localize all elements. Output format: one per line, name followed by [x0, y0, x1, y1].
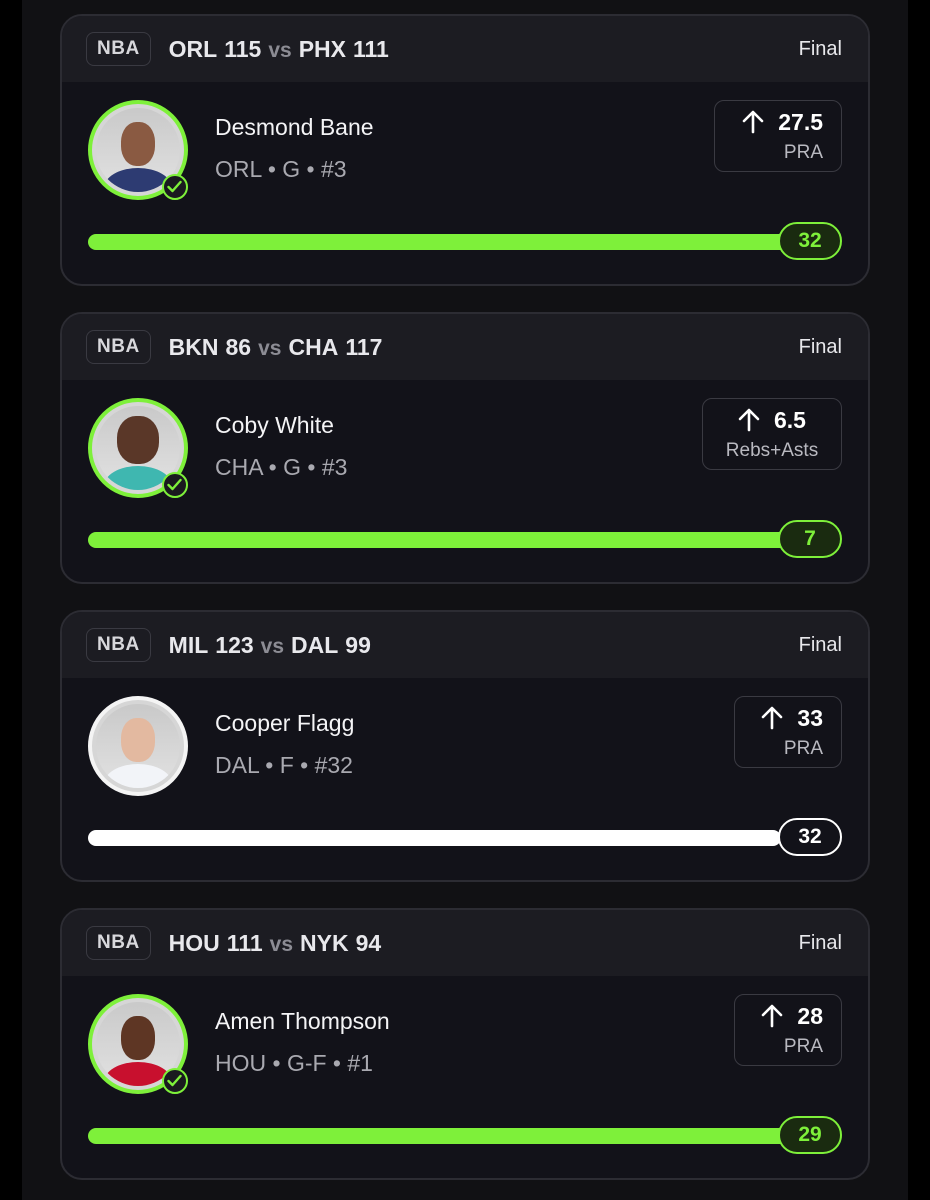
- pick-card[interactable]: NBA HOU 111 vs NYK 94 Final Amen Thompso…: [60, 908, 870, 1180]
- away-team: PHX: [298, 35, 346, 62]
- stat-type: Rebs+Asts: [725, 439, 819, 461]
- progress-bar: [88, 830, 842, 846]
- player-name: Desmond Bane: [215, 114, 374, 140]
- result-value: 32: [778, 818, 842, 856]
- game-status: Final: [798, 335, 842, 358]
- progress-fill: [88, 234, 802, 250]
- stat-type: PRA: [783, 737, 823, 759]
- game-status: Final: [798, 37, 842, 60]
- line-value: 28: [797, 1002, 823, 1029]
- game-status: Final: [798, 931, 842, 954]
- player-meta: CHA • G • #3: [215, 454, 348, 480]
- game-header: NBA HOU 111 vs NYK 94 Final: [62, 910, 868, 976]
- check-icon: [162, 174, 188, 200]
- progress-bar: [88, 532, 842, 548]
- projection-box: 6.5 Rebs+Asts: [702, 398, 842, 470]
- player-name: Cooper Flagg: [215, 710, 355, 736]
- game-status: Final: [798, 633, 842, 656]
- player-name: Coby White: [215, 412, 334, 438]
- check-icon: [162, 1068, 188, 1094]
- avatar: [88, 994, 188, 1094]
- vs-label: vs: [258, 336, 282, 360]
- game-score: ORL 115 vs PHX 111: [169, 36, 389, 63]
- home-team: BKN: [168, 333, 219, 360]
- league-badge: NBA: [86, 926, 151, 960]
- stat-type: PRA: [783, 1035, 823, 1057]
- away-team: NYK: [300, 929, 349, 956]
- arrow-up-icon: [742, 110, 764, 134]
- vs-label: vs: [269, 932, 293, 956]
- player-name: Amen Thompson: [215, 1008, 390, 1034]
- pick-card[interactable]: NBA ORL 115 vs PHX 111 Final Desmond Ban…: [60, 14, 870, 286]
- league-badge: NBA: [86, 628, 151, 662]
- player-meta: ORL • G • #3: [215, 156, 347, 182]
- league-badge: NBA: [86, 32, 151, 66]
- league-badge: NBA: [86, 330, 151, 364]
- home-score: 111: [226, 929, 263, 956]
- away-team: CHA: [288, 333, 339, 360]
- away-score: 111: [353, 35, 389, 62]
- progress-bar: [88, 1128, 842, 1144]
- home-score: 86: [225, 333, 252, 360]
- projection-box: 27.5 PRA: [714, 100, 842, 172]
- home-score: 123: [215, 631, 254, 658]
- player-meta: HOU • G-F • #1: [215, 1050, 373, 1076]
- home-team: ORL: [168, 35, 218, 62]
- avatar: [88, 398, 188, 498]
- check-icon: [162, 472, 188, 498]
- game-score: MIL 123 vs DAL 99: [169, 632, 371, 659]
- projection-box: 33 PRA: [734, 696, 842, 768]
- pick-card[interactable]: NBA MIL 123 vs DAL 99 Final Cooper Flagg…: [60, 610, 870, 882]
- away-score: 99: [345, 631, 371, 658]
- stat-type: PRA: [783, 141, 823, 163]
- progress-bar: [88, 234, 842, 250]
- line-value: 6.5: [774, 406, 806, 433]
- away-score: 117: [345, 333, 383, 360]
- arrow-up-icon: [738, 408, 760, 432]
- vs-label: vs: [268, 38, 292, 62]
- arrow-up-icon: [762, 1004, 783, 1028]
- progress-fill: [88, 532, 802, 548]
- game-score: HOU 111 vs NYK 94: [169, 930, 381, 957]
- vs-label: vs: [260, 634, 285, 658]
- avatar: [88, 696, 188, 796]
- pick-card[interactable]: NBA BKN 86 vs CHA 117 Final Coby White C…: [60, 312, 870, 584]
- projection-box: 28 PRA: [734, 994, 842, 1066]
- progress-fill: [88, 1128, 802, 1144]
- avatar: [88, 100, 188, 200]
- line-value: 27.5: [778, 108, 823, 135]
- home-team: MIL: [168, 631, 209, 658]
- home-team: HOU: [168, 929, 220, 956]
- game-header: NBA MIL 123 vs DAL 99 Final: [62, 612, 868, 678]
- arrow-up-icon: [762, 706, 783, 730]
- away-score: 94: [355, 929, 382, 956]
- result-value: 32: [778, 222, 842, 260]
- game-header: NBA ORL 115 vs PHX 111 Final: [62, 16, 868, 82]
- result-value: 7: [778, 520, 842, 558]
- player-meta: DAL • F • #32: [215, 752, 353, 778]
- progress-fill: [88, 830, 781, 846]
- away-team: DAL: [291, 631, 339, 658]
- line-value: 33: [797, 704, 823, 731]
- game-header: NBA BKN 86 vs CHA 117 Final: [62, 314, 868, 380]
- home-score: 115: [224, 35, 262, 62]
- player-photo: [96, 704, 180, 788]
- result-value: 29: [778, 1116, 842, 1154]
- game-score: BKN 86 vs CHA 117: [169, 334, 383, 361]
